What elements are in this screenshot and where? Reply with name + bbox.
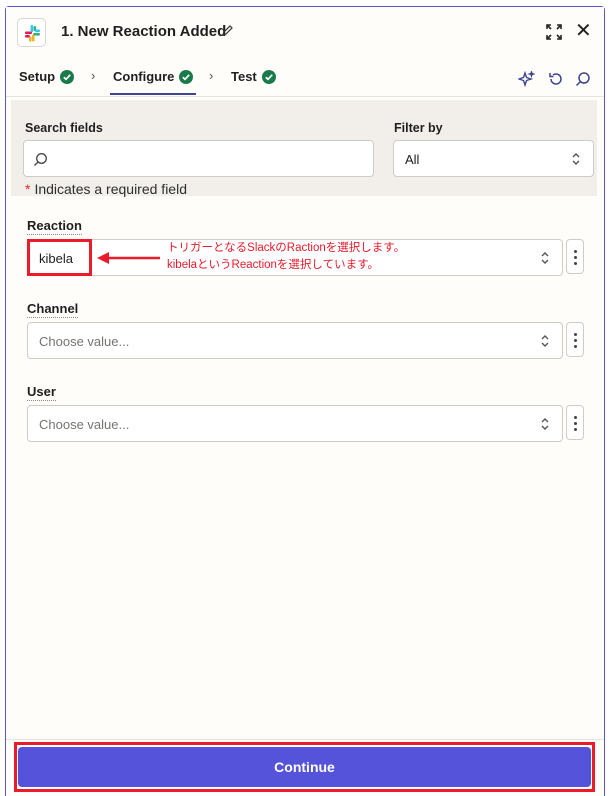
annotation-highlight-box: [27, 239, 92, 276]
filter-by-value: All: [405, 152, 420, 167]
annotation-line-2: kibelaというReactionを選択しています。: [167, 259, 379, 271]
filter-by-label: Filter by: [394, 121, 443, 135]
expand-icon[interactable]: [546, 24, 562, 45]
channel-select[interactable]: Choose value...: [27, 322, 563, 359]
tab-setup-label: Setup: [19, 69, 56, 84]
chevron-right-icon: ›: [209, 68, 214, 83]
chevron-right-icon: ›: [91, 68, 96, 83]
chevron-updown-icon: [541, 335, 549, 347]
step-editor-panel: 1. New Reaction Added ✕ Setup › Configur…: [5, 6, 605, 796]
search-icon[interactable]: [575, 71, 591, 92]
required-note-text: Indicates a required field: [34, 181, 187, 197]
tab-configure[interactable]: Configure: [113, 69, 194, 84]
reset-icon[interactable]: [548, 71, 564, 92]
filter-by-select[interactable]: All: [393, 140, 594, 177]
chevron-updown-icon: [541, 418, 549, 430]
channel-more-options[interactable]: [566, 322, 584, 357]
search-icon: [34, 153, 47, 166]
required-star: *: [25, 181, 31, 197]
close-icon[interactable]: ✕: [575, 21, 592, 41]
tab-setup[interactable]: Setup: [19, 69, 75, 84]
user-more-options[interactable]: [566, 405, 584, 440]
step-tabs: Setup › Configure › Test: [6, 59, 604, 97]
slack-logo-icon: [17, 18, 46, 47]
tab-configure-label: Configure: [113, 69, 175, 84]
chevron-updown-icon: [572, 153, 580, 165]
check-circle-icon: [261, 69, 276, 84]
channel-placeholder: Choose value...: [39, 334, 130, 349]
reaction-field-label: Reaction: [27, 218, 82, 235]
required-field-note: * Indicates a required field: [25, 181, 187, 197]
tab-test[interactable]: Test: [231, 69, 276, 84]
annotation-text: トリガーとなるSlackのRactionを選択します。 kibelaというRea…: [167, 240, 405, 274]
check-circle-icon: [60, 69, 75, 84]
channel-field-label: Channel: [27, 301, 79, 318]
user-select[interactable]: Choose value...: [27, 405, 563, 442]
annotation-arrow: [97, 252, 160, 264]
panel-header: 1. New Reaction Added ✕: [6, 7, 604, 57]
user-field-label: User: [27, 384, 56, 401]
continue-button[interactable]: Continue: [18, 747, 591, 787]
panel-footer: Continue: [6, 739, 604, 796]
chevron-updown-icon: [541, 252, 549, 264]
edit-pencil-icon[interactable]: [221, 24, 234, 42]
ai-sparkle-icon[interactable]: [516, 69, 536, 93]
annotation-line-1: トリガーとなるSlackのRactionを選択します。: [167, 242, 406, 254]
search-filter-area: Search fields Filter by All * Indicates a…: [11, 100, 597, 197]
step-title: 1. New Reaction Added: [61, 23, 227, 40]
tab-test-label: Test: [231, 69, 257, 84]
reaction-more-options[interactable]: [566, 239, 584, 274]
active-tab-indicator: [110, 93, 196, 95]
search-fields-label: Search fields: [25, 121, 103, 135]
search-fields-input[interactable]: [23, 140, 374, 177]
user-placeholder: Choose value...: [39, 417, 130, 432]
check-circle-icon: [179, 69, 194, 84]
